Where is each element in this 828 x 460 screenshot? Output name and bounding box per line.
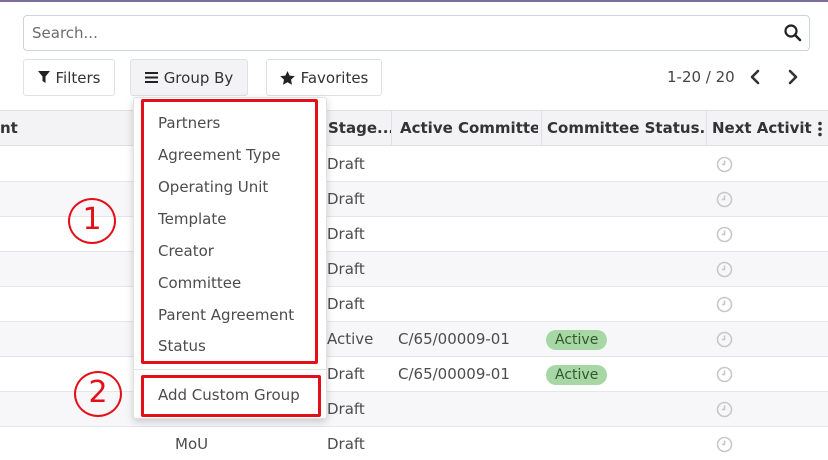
search-icon[interactable] — [783, 23, 803, 43]
clock-icon[interactable] — [716, 296, 733, 313]
groupby-option-creator[interactable]: Creator — [158, 239, 214, 263]
filters-label: Filters — [55, 68, 101, 87]
pager-controls — [748, 66, 800, 88]
pager-range[interactable]: 1-20 / 20 — [667, 68, 735, 86]
stage-cell: Active — [327, 330, 374, 348]
status-badge: Active — [546, 330, 608, 350]
groupby-option-partners[interactable]: Partners — [158, 111, 220, 135]
agreements-table: nt Stage... Active Committee Committee S… — [0, 110, 828, 460]
clock-icon[interactable] — [716, 261, 733, 278]
column-header-committee-status[interactable]: Committee Status... — [547, 111, 704, 146]
table-header: nt Stage... Active Committee Committee S… — [0, 110, 828, 146]
favorites-button[interactable]: Favorites — [266, 59, 382, 96]
column-header-stage[interactable]: Stage... — [328, 111, 391, 146]
star-icon — [279, 70, 295, 85]
groupby-option-operating-unit[interactable]: Operating Unit — [158, 175, 268, 199]
table-row[interactable]: Draft C/65/00009-01 Active — [0, 357, 828, 392]
filters-button[interactable]: Filters — [23, 59, 115, 96]
clock-icon[interactable] — [716, 331, 733, 348]
table-row[interactable]: Active C/65/00009-01 Active — [0, 322, 828, 357]
column-header-active-committee[interactable]: Active Committee — [400, 111, 538, 146]
annotation-marker-2: 2 — [74, 371, 122, 417]
groupby-option-parent-agreement[interactable]: Parent Agreement — [158, 303, 294, 327]
groupby-option-template[interactable]: Template — [158, 207, 226, 231]
groupby-option-agreement-type[interactable]: Agreement Type — [158, 143, 281, 167]
search-input[interactable] — [32, 16, 772, 50]
table-row[interactable]: Draft — [0, 147, 828, 182]
stage-cell: Draft — [327, 365, 365, 383]
clock-icon[interactable] — [716, 226, 733, 243]
clock-icon[interactable] — [716, 436, 733, 453]
column-header-next-activity[interactable]: Next Activity — [712, 111, 812, 146]
bars-icon — [144, 72, 158, 83]
stage-cell: Draft — [327, 260, 365, 278]
groupby-option-status[interactable]: Status — [158, 334, 206, 358]
chevron-left-icon[interactable] — [748, 69, 762, 85]
column-divider[interactable] — [391, 111, 392, 146]
stage-cell: Draft — [327, 400, 365, 418]
stage-cell: Draft — [327, 435, 365, 453]
stage-cell: Draft — [327, 190, 365, 208]
stage-cell: Draft — [327, 225, 365, 243]
column-divider[interactable] — [706, 111, 707, 146]
filter-icon — [37, 71, 50, 83]
clock-icon[interactable] — [716, 366, 733, 383]
table-row[interactable]: Draft — [0, 392, 828, 427]
table-row[interactable]: Draft — [0, 287, 828, 322]
clock-icon[interactable] — [716, 191, 733, 208]
annotation-marker-1: 1 — [68, 198, 116, 244]
table-row[interactable]: Draft — [0, 182, 828, 217]
search-box[interactable] — [23, 15, 810, 51]
chevron-right-icon[interactable] — [786, 69, 800, 85]
groupby-option-committee[interactable]: Committee — [158, 271, 241, 295]
group-by-dropdown: Partners Agreement Type Operating Unit T… — [133, 97, 327, 419]
column-header-name[interactable]: nt — [0, 111, 30, 146]
table-row[interactable]: MoU Draft — [0, 427, 828, 460]
top-accent-bar — [0, 0, 828, 2]
add-custom-group-option[interactable]: Add Custom Group — [158, 383, 300, 407]
active-committee-cell: C/65/00009-01 — [398, 330, 510, 348]
pager-value[interactable]: 1-20 / 20 — [667, 66, 735, 88]
group-by-label: Group By — [163, 68, 234, 87]
row-name-cell: MoU — [175, 435, 209, 453]
clock-icon[interactable] — [716, 401, 733, 418]
group-by-button[interactable]: Group By — [130, 59, 248, 96]
table-row[interactable]: Draft — [0, 217, 828, 252]
stage-cell: Draft — [327, 295, 365, 313]
stage-cell: Draft — [327, 155, 365, 173]
favorites-label: Favorites — [300, 68, 369, 87]
status-badge: Active — [546, 365, 608, 385]
clock-icon[interactable] — [716, 156, 733, 173]
menu-divider — [134, 369, 326, 370]
column-divider[interactable] — [541, 111, 542, 146]
kebab-icon[interactable] — [817, 121, 823, 137]
active-committee-cell: C/65/00009-01 — [398, 365, 510, 383]
table-row[interactable]: Draft — [0, 252, 828, 287]
